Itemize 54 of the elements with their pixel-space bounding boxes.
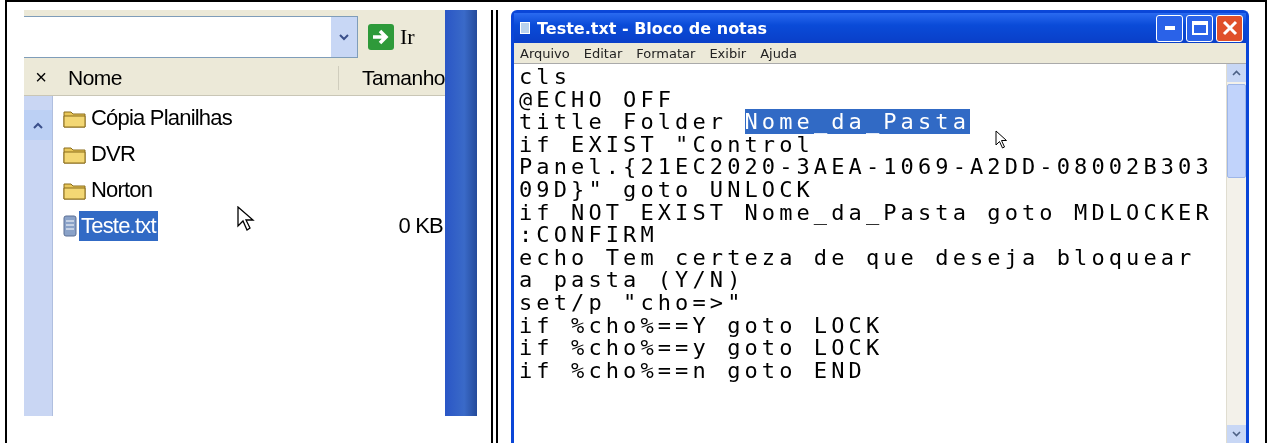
dropdown-button[interactable] [331, 17, 357, 57]
menu-item[interactable]: Ajuda [760, 45, 798, 61]
code-line: if NOT EXIST Nome_da_Pasta goto MDLOCKER [519, 201, 1213, 225]
close-pane-button[interactable]: × [24, 66, 58, 89]
window-title: Teste.txt - Bloco de notas [537, 18, 768, 38]
code-line: title Folder Nome_da_Pasta [519, 111, 970, 134]
code-line: Panel.{21EC2020-3AEA-1069-A2DD-08002B303 [519, 156, 1213, 179]
minimize-icon [1164, 26, 1175, 30]
file-name[interactable]: Teste.txt [79, 211, 158, 241]
address-field[interactable] [24, 16, 358, 58]
scroll-down-button[interactable] [1227, 425, 1246, 443]
caret-up-icon [33, 121, 43, 129]
code-line: if EXIST "Control [519, 133, 814, 157]
scroll-up-button[interactable] [24, 110, 52, 140]
folder-icon [63, 108, 87, 128]
close-icon [1221, 20, 1238, 36]
menu-item[interactable]: Formatar [636, 45, 696, 61]
maximize-icon [1191, 21, 1208, 35]
code-line: if %cho%==n goto END [519, 359, 866, 383]
code-line: :CONFIRM [519, 224, 658, 247]
file-size: 0 KB [398, 213, 444, 239]
code-line: echo Tem certeza de que deseja bloquear [519, 246, 1196, 270]
text-file-icon [63, 215, 77, 237]
file-name[interactable]: Cópia Planilhas [89, 103, 234, 133]
menu-item[interactable]: Arquivo [520, 45, 570, 61]
code-line: @ECHO OFF [519, 88, 676, 112]
code-line: if %cho%==y goto LOCK [519, 337, 884, 360]
file-name[interactable]: DVR [89, 139, 138, 169]
go-button[interactable]: Ir [400, 24, 415, 50]
column-header[interactable]: Nome [58, 65, 339, 90]
folder-icon [63, 180, 87, 200]
code-line: set/p "cho=>" [519, 291, 745, 315]
scroll-thumb[interactable] [1227, 84, 1246, 178]
mouse-pointer-icon [995, 130, 1008, 149]
caret-down-icon [1232, 431, 1241, 437]
code-line: cls [519, 66, 572, 89]
column-header[interactable]: Tamanho [339, 65, 445, 90]
file-name[interactable]: Norton [89, 175, 155, 205]
code-line: 09D}" goto UNLOCK [519, 178, 814, 202]
scrollbar[interactable] [1226, 64, 1246, 443]
menu-item[interactable]: Editar [583, 45, 623, 61]
caret-up-icon [1232, 70, 1241, 76]
caret-down-icon [339, 33, 349, 41]
close-button[interactable] [1216, 14, 1243, 42]
notepad-icon [520, 22, 530, 34]
code-line: a pasta (Y/N) [519, 269, 745, 292]
scrollbar[interactable] [24, 96, 53, 416]
scroll-up-button[interactable] [1227, 64, 1246, 82]
code-line: if %cho%==Y goto LOCK [519, 314, 884, 338]
menu-item[interactable]: Exibir [709, 45, 747, 61]
folder-icon [63, 144, 87, 164]
mouse-pointer-icon [237, 206, 255, 232]
minimize-button[interactable] [1156, 14, 1183, 42]
maximize-button[interactable] [1186, 14, 1213, 42]
